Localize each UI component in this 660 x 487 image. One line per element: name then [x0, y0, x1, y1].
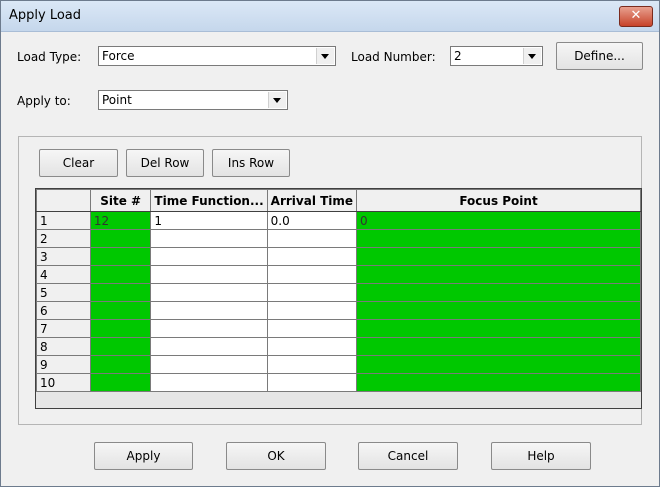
- row-number[interactable]: 4: [36, 265, 91, 284]
- arrival-time-cell[interactable]: [266, 283, 358, 302]
- site-cell[interactable]: [89, 355, 152, 374]
- define-button[interactable]: Define...: [556, 42, 643, 70]
- row-number[interactable]: 5: [36, 283, 91, 302]
- close-icon: ✕: [630, 8, 642, 23]
- arrival-time-cell[interactable]: [266, 355, 358, 374]
- arrival-time-cell[interactable]: [266, 247, 358, 266]
- arrival-time-cell[interactable]: 0.0: [266, 211, 358, 230]
- site-cell[interactable]: [89, 319, 152, 338]
- time-function-column-header[interactable]: Time Function...: [150, 189, 268, 212]
- focus-point-cell[interactable]: [356, 301, 641, 320]
- table-row[interactable]: 6: [36, 301, 641, 320]
- ok-button[interactable]: OK: [226, 442, 326, 470]
- chevron-down-icon[interactable]: [268, 92, 286, 108]
- chevron-down-icon[interactable]: [523, 48, 541, 64]
- apply-to-label: Apply to:: [17, 94, 71, 108]
- arrival-time-column-header[interactable]: Arrival Time: [266, 189, 358, 212]
- title-bar: Apply Load ✕: [1, 1, 659, 32]
- apply-load-dialog: Apply Load ✕ Load Type: Force Load Numbe…: [0, 0, 660, 487]
- help-button[interactable]: Help: [491, 442, 591, 470]
- cancel-button[interactable]: Cancel: [358, 442, 458, 470]
- arrival-time-cell[interactable]: [266, 229, 358, 248]
- row-number[interactable]: 9: [36, 355, 91, 374]
- load-table: Site # Time Function... Arrival Time Foc…: [36, 189, 641, 392]
- chevron-down-icon[interactable]: [316, 48, 334, 64]
- grid-body: 1 12 1 0.0 0 2 3 4 5 6 7 8 9 10: [36, 211, 641, 392]
- table-row[interactable]: 2: [36, 229, 641, 248]
- site-cell[interactable]: [89, 301, 152, 320]
- table-row[interactable]: 9: [36, 355, 641, 374]
- row-number[interactable]: 1: [36, 211, 91, 230]
- load-type-select[interactable]: Force: [98, 46, 336, 66]
- close-button[interactable]: ✕: [619, 6, 653, 27]
- table-row[interactable]: 7: [36, 319, 641, 338]
- apply-to-select[interactable]: Point: [98, 90, 288, 110]
- row-number[interactable]: 6: [36, 301, 91, 320]
- row-number[interactable]: 10: [36, 373, 91, 392]
- focus-point-cell[interactable]: [356, 283, 641, 302]
- window-title: Apply Load: [9, 8, 82, 23]
- site-cell[interactable]: [89, 373, 152, 392]
- arrival-time-cell[interactable]: [266, 319, 358, 338]
- site-cell[interactable]: 12: [89, 211, 152, 230]
- arrival-time-cell[interactable]: [266, 301, 358, 320]
- load-number-label: Load Number:: [351, 50, 436, 64]
- load-type-value: Force: [102, 49, 135, 63]
- site-cell[interactable]: [89, 337, 152, 356]
- time-function-cell[interactable]: [150, 283, 268, 302]
- load-grid[interactable]: Site # Time Function... Arrival Time Foc…: [35, 188, 642, 409]
- apply-to-value: Point: [102, 93, 132, 107]
- arrival-time-cell[interactable]: [266, 337, 358, 356]
- load-number-value: 2: [454, 49, 462, 63]
- focus-point-column-header[interactable]: Focus Point: [356, 189, 641, 212]
- table-row[interactable]: 1 12 1 0.0 0: [36, 211, 641, 230]
- time-function-cell[interactable]: [150, 265, 268, 284]
- table-row[interactable]: 3: [36, 247, 641, 266]
- time-function-cell[interactable]: [150, 319, 268, 338]
- grid-header-row: Site # Time Function... Arrival Time Foc…: [36, 189, 641, 212]
- table-row[interactable]: 5: [36, 283, 641, 302]
- site-cell[interactable]: [89, 247, 152, 266]
- arrival-time-cell[interactable]: [266, 373, 358, 392]
- ins-row-button[interactable]: Ins Row: [212, 149, 290, 177]
- load-number-select[interactable]: 2: [450, 46, 543, 66]
- time-function-cell[interactable]: 1: [150, 211, 268, 230]
- focus-point-cell[interactable]: [356, 337, 641, 356]
- grid-corner-header: [36, 189, 91, 212]
- row-number[interactable]: 8: [36, 337, 91, 356]
- clear-button[interactable]: Clear: [39, 149, 118, 177]
- row-number[interactable]: 7: [36, 319, 91, 338]
- site-cell[interactable]: [89, 229, 152, 248]
- focus-point-cell[interactable]: [356, 319, 641, 338]
- time-function-cell[interactable]: [150, 301, 268, 320]
- table-row[interactable]: 8: [36, 337, 641, 356]
- load-type-label: Load Type:: [17, 50, 82, 64]
- focus-point-cell[interactable]: [356, 265, 641, 284]
- site-cell[interactable]: [89, 265, 152, 284]
- row-number[interactable]: 3: [36, 247, 91, 266]
- time-function-cell[interactable]: [150, 247, 268, 266]
- site-column-header[interactable]: Site #: [89, 189, 152, 212]
- time-function-cell[interactable]: [150, 229, 268, 248]
- time-function-cell[interactable]: [150, 337, 268, 356]
- row-number[interactable]: 2: [36, 229, 91, 248]
- time-function-cell[interactable]: [150, 355, 268, 374]
- focus-point-cell[interactable]: [356, 355, 641, 374]
- time-function-cell[interactable]: [150, 373, 268, 392]
- arrival-time-cell[interactable]: [266, 265, 358, 284]
- table-row[interactable]: 10: [36, 373, 641, 392]
- focus-point-cell[interactable]: [356, 247, 641, 266]
- table-row[interactable]: 4: [36, 265, 641, 284]
- focus-point-cell[interactable]: 0: [356, 211, 641, 230]
- focus-point-cell[interactable]: [356, 229, 641, 248]
- focus-point-cell[interactable]: [356, 373, 641, 392]
- del-row-button[interactable]: Del Row: [126, 149, 204, 177]
- apply-button[interactable]: Apply: [94, 442, 193, 470]
- site-cell[interactable]: [89, 283, 152, 302]
